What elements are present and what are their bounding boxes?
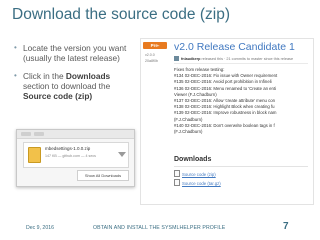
page-number: 7 [283, 221, 289, 232]
release-notes: Fixes from release testing: #134 02-DEC-2… [174, 67, 310, 135]
divider [174, 166, 308, 167]
bullet-text: Click in the [23, 71, 66, 81]
zip-file-icon [174, 170, 180, 177]
release-commit[interactable]: 20a8f0b [145, 59, 158, 63]
bullet-dot-icon: • [14, 43, 17, 52]
source-code-zip-link[interactable]: Source code (zip) [174, 170, 216, 177]
avatar[interactable] [174, 56, 179, 61]
download-file-meta: 147 KB — github.com — 4 secs [45, 154, 96, 158]
release-title[interactable]: v2.0 Release Candidate 1 [174, 41, 295, 53]
toolbar-tab-icon [34, 132, 44, 136]
browser-toolbar [17, 130, 134, 139]
bullet-text: Downloads [65, 71, 111, 81]
slide-footer: Dec 9, 2016 OBTAIN AND INSTALL THE SYSML… [0, 221, 320, 240]
bullet-item: • Click in the Downloads section to downl… [14, 71, 132, 101]
footer-title: OBTAIN AND INSTALL THE SYSMLHELPER PROFI… [93, 225, 226, 231]
asset-label: Source code (tar.gz) [182, 181, 221, 186]
bullet-text: section to download the [23, 81, 111, 91]
archive-file-icon [174, 179, 180, 186]
bullet-item: • Locate the version you want (usually th… [14, 43, 132, 63]
download-file-name: mbedsettings-1.0.0.zip [45, 146, 91, 151]
bullet-list: • Locate the version you want (usually th… [14, 43, 132, 109]
release-author[interactable]: fnlaudkerp [181, 57, 200, 61]
footer-date: Dec 9, 2016 [26, 225, 54, 231]
asset-label: Source code (zip) [182, 172, 216, 177]
bullet-text: Locate the version you want (usually the… [23, 43, 127, 63]
release-sidebar: Pre-release v2.0.0 20a8f0b [141, 39, 168, 204]
release-note-line: (F.J.Chadburn) [174, 129, 203, 135]
browser-download-popup: mbedsettings-1.0.0.zip 147 KB — github.c… [16, 129, 135, 187]
bullet-dot-icon: • [14, 71, 17, 80]
release-author-line: fnlaudkerp released this · 21 commits to… [174, 56, 293, 61]
release-tag[interactable]: v2.0.0 [145, 53, 155, 57]
bullet-text: Source code (zip) [23, 91, 93, 101]
divider [174, 63, 308, 64]
downloads-heading: Downloads [174, 156, 212, 163]
github-release-page: Pre-release v2.0.0 20a8f0b v2.0 Release … [140, 38, 314, 205]
pre-release-badge: Pre-release [143, 42, 167, 55]
show-all-downloads-button[interactable]: Show All Downloads [77, 170, 129, 181]
toolbar-tab-icon [21, 132, 31, 136]
slide-title: Download the source code (zip) [12, 6, 230, 23]
chevron-down-icon[interactable] [118, 152, 126, 157]
source-code-targz-link[interactable]: Source code (tar.gz) [174, 179, 221, 186]
release-author-suffix: released this · 21 commits to master sin… [201, 57, 294, 61]
download-item[interactable]: mbedsettings-1.0.0.zip 147 KB — github.c… [23, 142, 129, 168]
zip-file-icon [28, 147, 41, 163]
